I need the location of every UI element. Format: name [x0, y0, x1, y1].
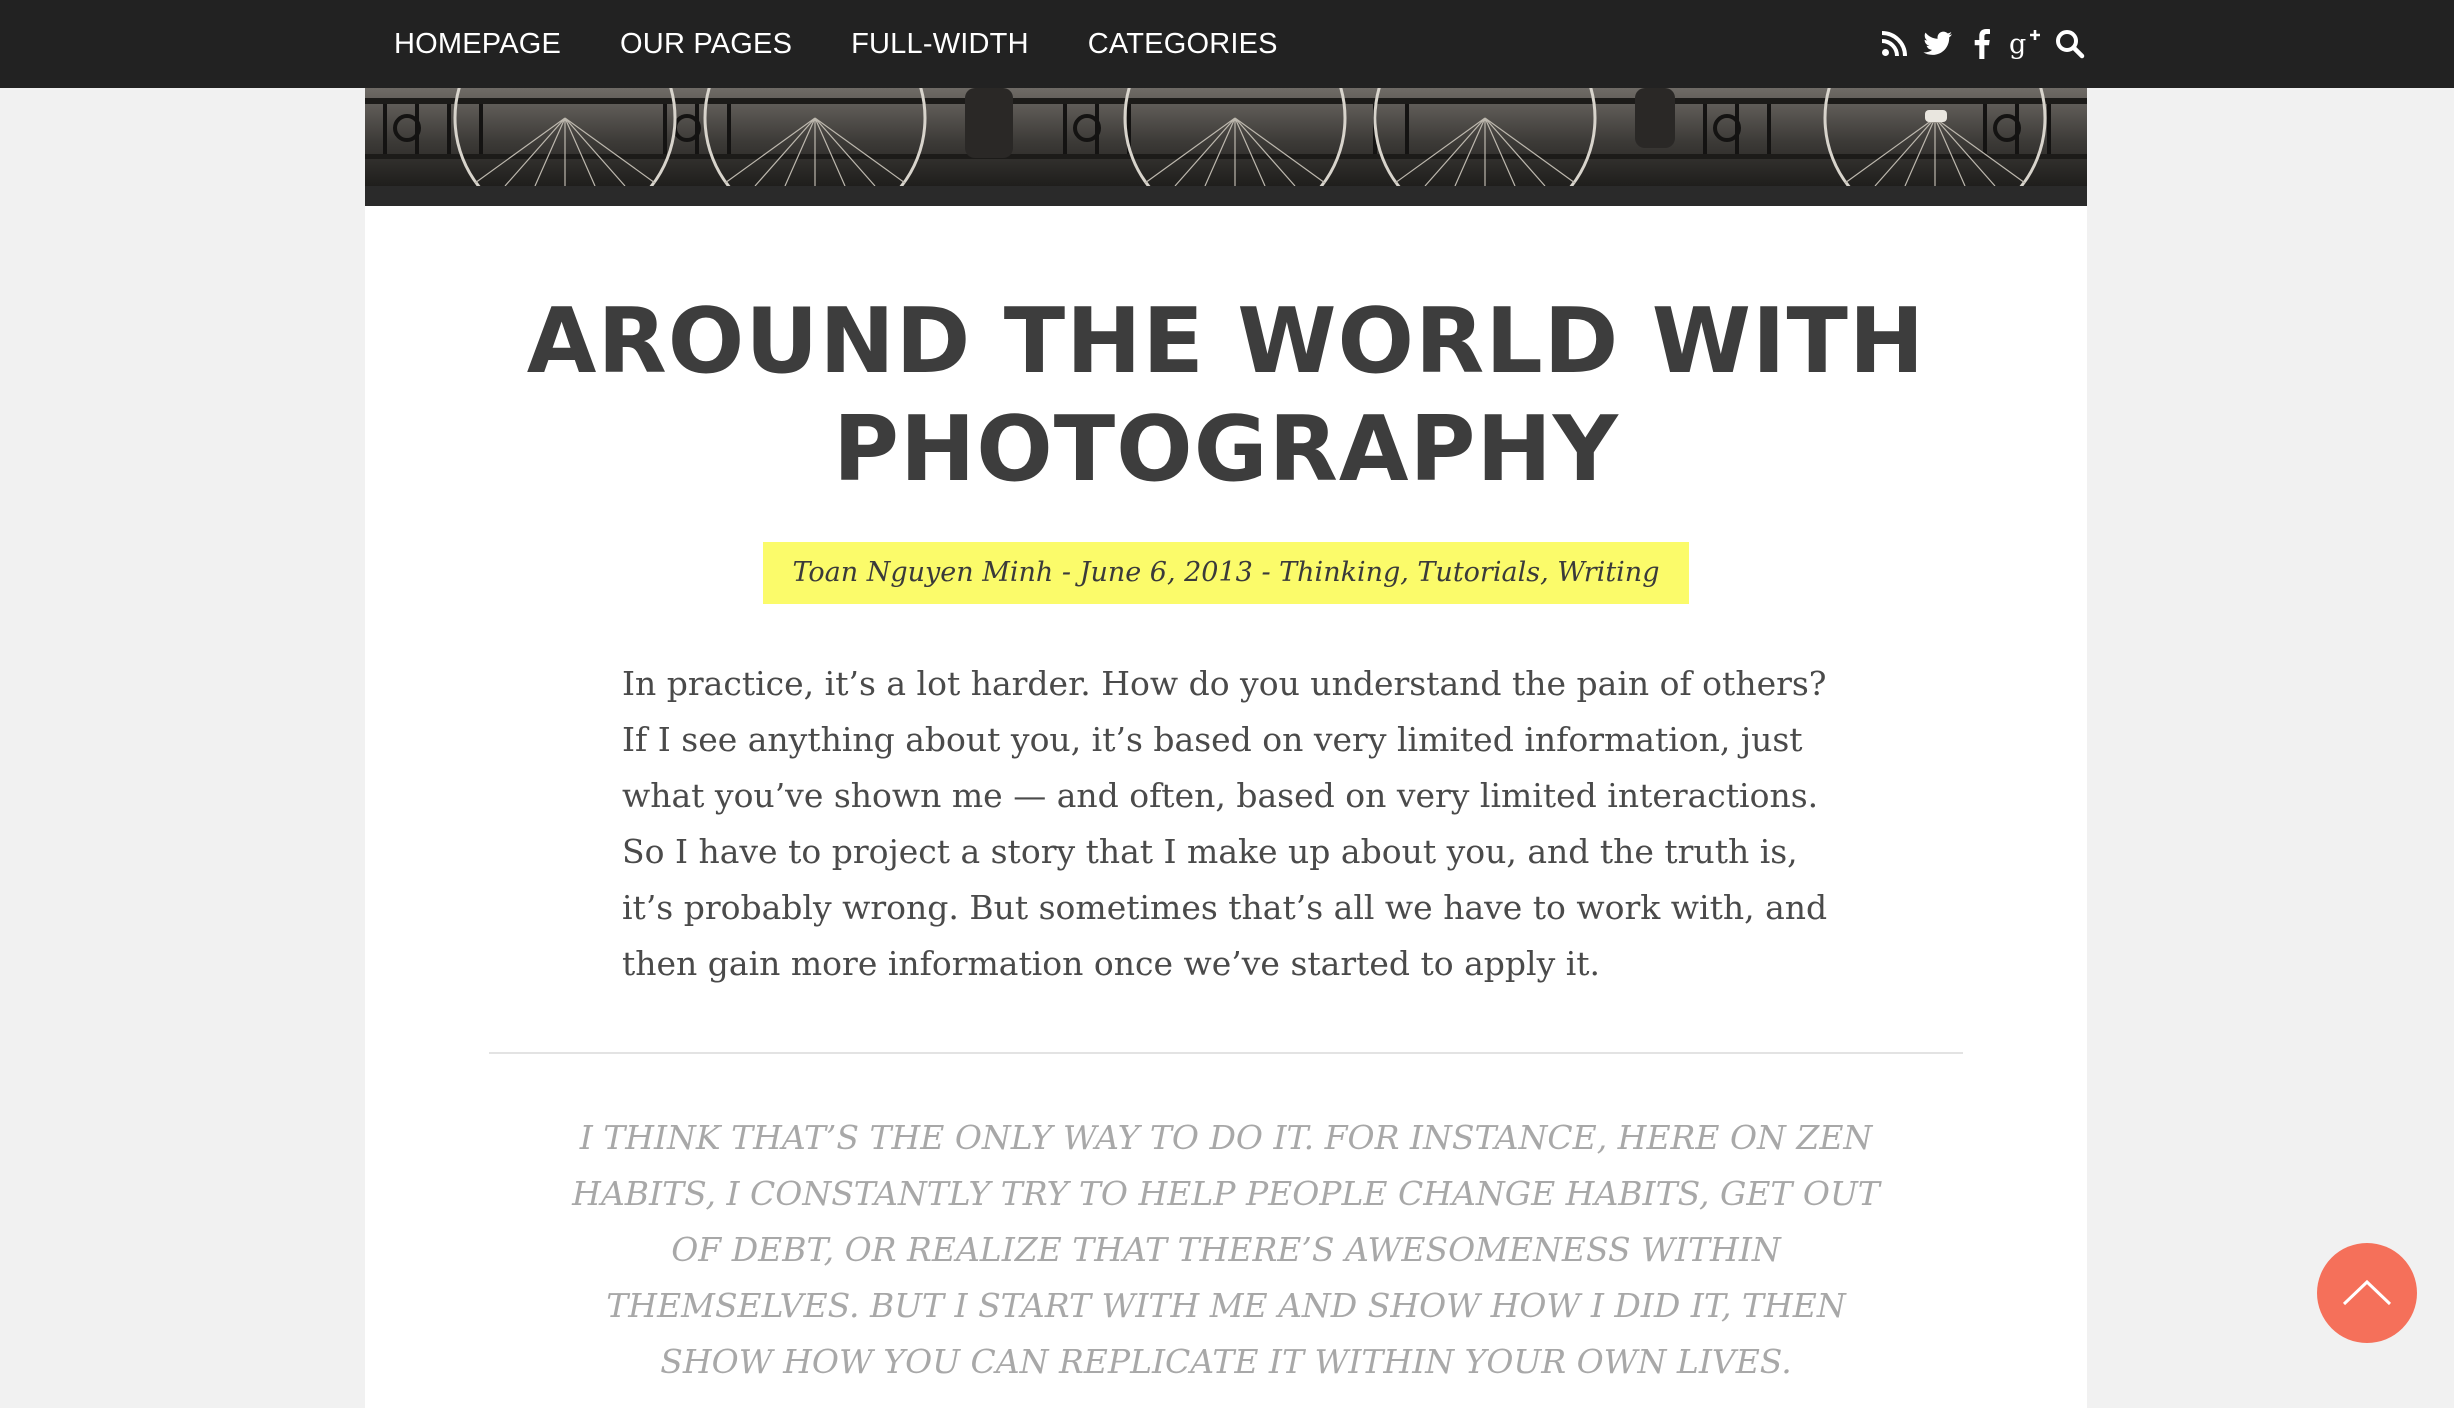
post-body-paragraph: In practice, it’s a lot harder. How do y…	[622, 664, 1828, 983]
post-title: AROUND THE WORLD WITH PHOTOGRAPHY	[526, 289, 1926, 502]
header-bottom-band	[365, 186, 2087, 206]
facebook-icon[interactable]	[1965, 27, 1999, 61]
post-meta-wrap: Toan Nguyen Minh - June 6, 2013 - Thinki…	[365, 542, 2087, 604]
meta-separator: -	[1053, 557, 1080, 588]
category-comma: ,	[1400, 557, 1418, 588]
google-plus-icon[interactable]: g	[2009, 27, 2043, 61]
nav-full-width[interactable]: FULL-WIDTH	[851, 28, 1029, 61]
content-divider	[489, 1052, 1963, 1054]
meta-separator: -	[1252, 557, 1280, 588]
post-date-link[interactable]: June 6, 2013	[1080, 557, 1253, 588]
main-nav: HOMEPAGE OUR PAGES FULL-WIDTH CATEGORIES	[394, 0, 1337, 88]
search-icon[interactable]	[2053, 27, 2087, 61]
chevron-up-icon	[2342, 1279, 2392, 1306]
svg-text:g: g	[2009, 29, 2026, 60]
header-image	[365, 88, 2087, 186]
post-author-link[interactable]: Toan Nguyen Minh	[793, 557, 1054, 588]
social-links: g	[1867, 0, 2087, 88]
back-to-top-button[interactable]	[2317, 1243, 2417, 1343]
nav-homepage[interactable]: HOMEPAGE	[394, 28, 561, 61]
category-link-tutorials[interactable]: Tutorials	[1417, 557, 1540, 588]
rss-icon[interactable]	[1877, 27, 1911, 61]
top-navbar: HOMEPAGE OUR PAGES FULL-WIDTH CATEGORIES	[0, 0, 2454, 88]
post-card: AROUND THE WORLD WITH PHOTOGRAPHY Toan N…	[365, 206, 2087, 1408]
category-link-thinking[interactable]: Thinking	[1279, 557, 1400, 588]
twitter-icon[interactable]	[1921, 27, 1955, 61]
category-comma: ,	[1540, 557, 1558, 588]
post-meta: Toan Nguyen Minh - June 6, 2013 - Thinki…	[762, 542, 1690, 604]
nav-our-pages[interactable]: OUR PAGES	[620, 28, 792, 61]
pull-quote: I THINK THAT’S THE ONLY WAY TO DO IT. FO…	[572, 1118, 1880, 1381]
nav-categories[interactable]: CATEGORIES	[1088, 28, 1278, 61]
header-bicycles-illustration	[365, 88, 2087, 186]
category-link-writing[interactable]: Writing	[1557, 557, 1659, 588]
navbar-container: HOMEPAGE OUR PAGES FULL-WIDTH CATEGORIES	[365, 0, 2087, 88]
